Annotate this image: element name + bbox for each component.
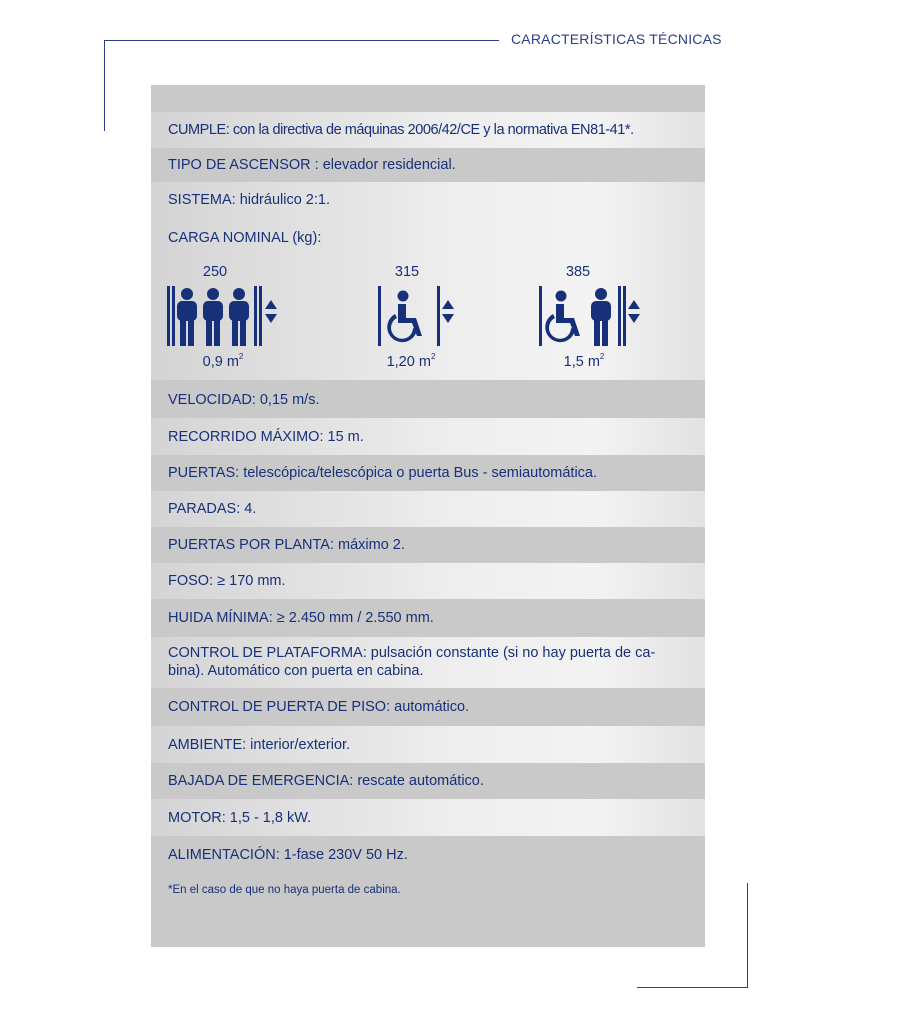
spec-text: CUMPLE: con la directiva de máquinas 200…	[168, 122, 634, 138]
spec-row-puertas-planta: PUERTAS POR PLANTA: máximo 2.	[151, 527, 705, 563]
specs-panel: CUMPLE: con la directiva de máquinas 200…	[151, 85, 705, 947]
corner-line-vertical-bottom	[747, 883, 748, 988]
corner-line-horizontal-bottom	[637, 987, 748, 988]
area-value: 0,9 m2	[202, 352, 244, 370]
spec-row-velocidad: VELOCIDAD: 0,15 m/s.	[151, 382, 705, 418]
spec-text: MOTOR: 1,5 - 1,8 kW.	[168, 809, 312, 826]
spec-row-control-puerta: CONTROL DE PUERTA DE PISO: automático.	[151, 688, 705, 726]
spec-row-puertas: PUERTAS: telescópica/telescópica o puert…	[151, 455, 705, 491]
area-value: 1,5 m2	[563, 352, 605, 370]
corner-line-vertical-top	[104, 40, 105, 131]
spec-text: RECORRIDO MÁXIMO: 15 m.	[168, 428, 364, 445]
spec-row-bajada: BAJADA DE EMERGENCIA: rescate automático…	[151, 763, 705, 799]
spec-text: ALIMENTACIÓN: 1-fase 230V 50 Hz.	[168, 847, 408, 863]
spec-row-huida: HUIDA MÍNIMA: ≥ 2.450 mm / 2.550 mm.	[151, 599, 705, 637]
corner-line-horizontal-top	[104, 40, 499, 41]
spec-text: CONTROL DE PUERTA DE PISO: automático.	[168, 699, 470, 715]
spec-row-motor: MOTOR: 1,5 - 1,8 kW.	[151, 799, 705, 836]
spec-row-cumple: CUMPLE: con la directiva de máquinas 200…	[151, 112, 705, 148]
spec-text: VELOCIDAD: 0,15 m/s.	[168, 392, 320, 408]
spec-row-ambiente: AMBIENTE: interior/exterior.	[151, 726, 705, 763]
spec-text: PARADAS: 4.	[168, 501, 257, 517]
spec-text: TIPO DE ASCENSOR : elevador residencial.	[168, 157, 456, 173]
spec-text: AMBIENTE: interior/exterior.	[168, 736, 351, 753]
wheelchair-and-person-icon	[539, 286, 640, 346]
spec-text: SISTEMA: hidráulico 2:1.	[168, 192, 330, 208]
spec-row-paradas: PARADAS: 4.	[151, 491, 705, 527]
three-persons-icon	[167, 286, 277, 346]
spec-text: HUIDA MÍNIMA: ≥ 2.450 mm / 2.550 mm.	[168, 610, 434, 626]
spec-row-foso: FOSO: ≥ 170 mm.	[151, 563, 705, 599]
carga-nominal-block: CARGA NOMINAL (kg): 250 0,9 m2 315 1,20 …	[151, 218, 705, 380]
spec-row-recorrido: RECORRIDO MÁXIMO: 15 m.	[151, 418, 705, 455]
load-value: 315	[394, 264, 420, 280]
area-value: 1,20 m2	[386, 352, 436, 370]
wheelchair-icon	[378, 286, 454, 346]
load-value: 250	[202, 264, 228, 280]
carga-label: CARGA NOMINAL (kg):	[168, 230, 322, 246]
spec-text: PUERTAS: telescópica/telescópica o puert…	[168, 465, 598, 481]
spec-text: CONTROL DE PLATAFORMA: pulsación constan…	[168, 645, 656, 679]
spec-row-tipo: TIPO DE ASCENSOR : elevador residencial.	[151, 148, 705, 182]
spec-row-alimentacion: ALIMENTACIÓN: 1-fase 230V 50 Hz.	[151, 836, 705, 874]
page-title: CARACTERÍSTICAS TÉCNICAS	[511, 31, 722, 47]
footnote: *En el caso de que no haya puerta de cab…	[168, 884, 401, 896]
spec-text: FOSO: ≥ 170 mm.	[168, 573, 286, 589]
spec-row-control-plataforma: CONTROL DE PLATAFORMA: pulsación constan…	[151, 637, 705, 688]
spec-text: BAJADA DE EMERGENCIA: rescate automático…	[168, 773, 484, 789]
spec-text: PUERTAS POR PLANTA: máximo 2.	[168, 537, 405, 553]
load-value: 385	[565, 264, 591, 280]
spec-row-sistema: SISTEMA: hidráulico 2:1.	[151, 182, 705, 218]
